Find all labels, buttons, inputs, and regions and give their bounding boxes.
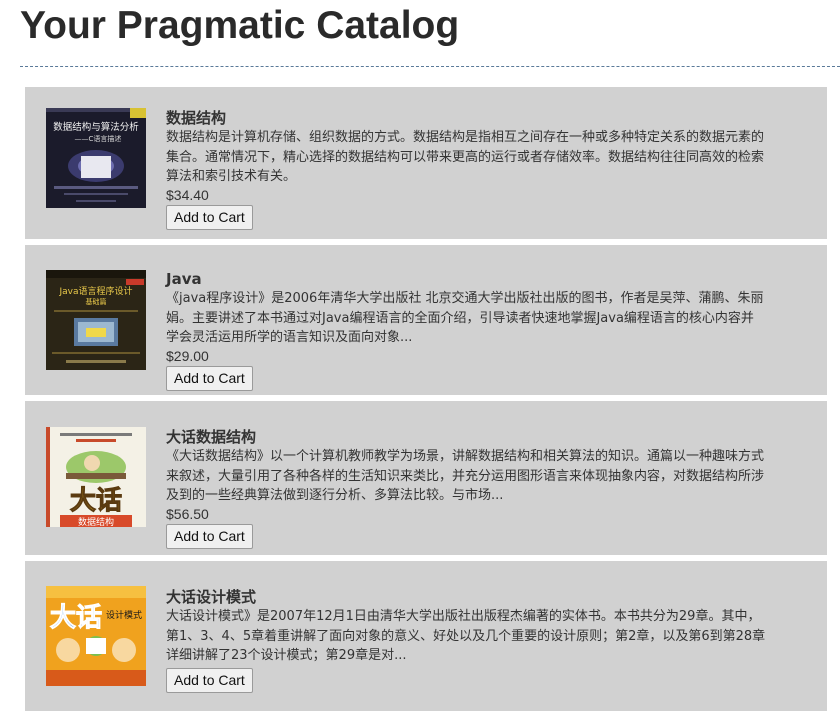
- product-description: 大话设计模式》是2007年12月1日由清华大学出版社出版程杰编著的实体书。本书共…: [166, 609, 766, 663]
- product-entry: 数据结构与算法分析 ——C语言描述 数据结构 数据结构是计算机存储、组织数据的方…: [25, 87, 827, 239]
- add-to-cart-button[interactable]: Add to Cart: [166, 204, 253, 230]
- cover-subtitle: 数据结构: [78, 516, 114, 527]
- cover-title: 数据结构与算法分析: [53, 121, 139, 133]
- cover-title: 大话: [70, 486, 122, 516]
- product-entry: 大话 设计模式 大话设计模式 大话设计模式》是2007年12月1日由清华大学出版…: [25, 561, 827, 711]
- cover-subtitle: 设计模式: [106, 609, 142, 621]
- add-to-cart-button[interactable]: Add to Cart: [166, 365, 253, 391]
- product-description: 数据结构是计算机存储、组织数据的方式。数据结构是指相互之间存在一种或多种特定关系…: [166, 130, 765, 184]
- book-cover-image: 数据结构与算法分析 ——C语言描述: [46, 108, 146, 208]
- product-info: 大话数据结构 《大话数据结构》以一个计算机教师教学为场景，讲解数据结构和相关算法…: [166, 427, 766, 549]
- cover-subtitle: 基础篇: [86, 297, 107, 306]
- cover-title: 大话: [50, 603, 102, 633]
- product-info: 大话设计模式 大话设计模式》是2007年12月1日由清华大学出版社出版程杰编著的…: [166, 587, 766, 693]
- product-list: 数据结构与算法分析 ——C语言描述 数据结构 数据结构是计算机存储、组织数据的方…: [25, 87, 827, 717]
- product-title: Java: [166, 270, 202, 288]
- product-title: 大话设计模式: [166, 588, 257, 606]
- cover-subtitle: ——C语言描述: [75, 134, 122, 143]
- product-info: 数据结构 数据结构是计算机存储、组织数据的方式。数据结构是指相互之间存在一种或多…: [166, 108, 766, 230]
- book-cover-image: 大话 设计模式: [46, 586, 146, 686]
- title-divider: [20, 66, 840, 67]
- product-info: Java 《java程序设计》是2006年清华大学出版社 北京交通大学出版社出版…: [166, 269, 766, 391]
- product-price: $29.00: [166, 347, 209, 364]
- product-price: $56.50: [166, 505, 209, 522]
- product-price: $34.40: [166, 186, 209, 203]
- book-cover-image: Java语言程序设计 基础篇: [46, 270, 146, 370]
- product-description: 《java程序设计》是2006年清华大学出版社 北京交通大学出版社出版的图书，作…: [166, 291, 764, 345]
- product-title: 大话数据结构: [166, 428, 257, 446]
- book-cover-image: 大话 数据结构: [46, 427, 146, 527]
- product-description: 《大话数据结构》以一个计算机教师教学为场景，讲解数据结构和相关算法的知识。通篇以…: [166, 449, 765, 503]
- cover-title: Java语言程序设计: [58, 285, 132, 297]
- page-title: Your Pragmatic Catalog: [20, 4, 460, 47]
- product-entry: 大话 数据结构 大话数据结构 《大话数据结构》以一个计算机教师教学为场景，讲解数…: [25, 401, 827, 555]
- product-title: 数据结构: [166, 109, 227, 127]
- add-to-cart-button[interactable]: Add to Cart: [166, 667, 253, 693]
- add-to-cart-button[interactable]: Add to Cart: [166, 523, 253, 549]
- product-entry: Java语言程序设计 基础篇 Java 《java程序设计》是2006年清华大学…: [25, 245, 827, 395]
